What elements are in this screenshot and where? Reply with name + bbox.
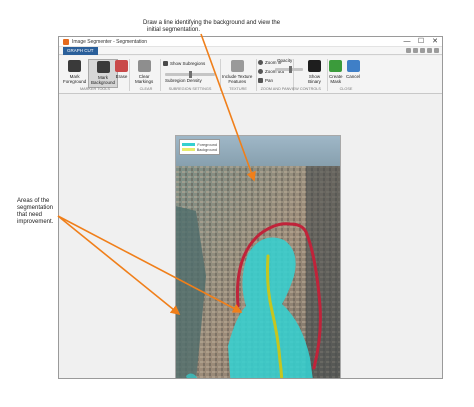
texture-icon [230,60,244,72]
opacity-slider[interactable] [275,66,303,73]
subregion-density-label: Subregion Density [165,78,202,83]
legend-foreground-label: Foreground [197,142,217,147]
slider-thumb[interactable] [189,71,192,78]
help-icon[interactable] [427,48,432,53]
legend: Foreground Background [179,139,220,155]
mark-background-label2: Background [91,80,116,85]
mark-foreground-label2: Foreground [63,79,87,84]
undo-icon[interactable] [413,48,418,53]
matlab-app-icon [63,38,69,45]
mark-foreground-button[interactable]: Mark Foreground [63,60,86,84]
toolstrip: Mark Foreground Mark Background Erase MA… [59,56,442,94]
pan-hand-icon [258,78,263,83]
mark-background-button[interactable]: Mark Background [88,59,119,88]
include-texture-label2: Features [228,79,247,84]
window-title: Image Segmenter - Segmentation [72,38,148,45]
section-subregion-settings: SUBREGION SETTINGS [168,87,212,91]
background-swatch [182,148,195,151]
save-icon[interactable] [406,48,411,53]
show-subregions-toggle[interactable]: Show Subregions [163,61,205,66]
section-view-controls: VIEW CONTROLS [289,87,321,91]
separator [129,59,130,91]
window-controls: — ☐ ✕ [400,37,442,47]
cancel-label: Cancel [346,74,361,79]
pan-label: Pan [265,78,274,83]
trash-icon [137,60,151,72]
annotation-top-line1: Draw a line identifying the background a… [143,20,281,26]
opacity-label: Opacity [277,58,293,63]
erase-button[interactable]: Erase [115,60,128,79]
section-close: CLOSE [339,87,353,91]
maximize-button[interactable]: ☐ [414,37,428,47]
show-binary-label2: Binary [308,79,321,84]
show-binary-button[interactable]: Show Binary [308,60,321,84]
close-button[interactable]: ✕ [428,37,442,47]
erase-label: Erase [115,74,128,79]
minimize-button[interactable]: — [400,37,414,47]
pan-button[interactable]: Pan [258,78,273,83]
foreground-swatch [182,143,196,146]
show-subregions-label: Show Subregions [170,61,206,66]
checkmark-icon [329,60,343,72]
subregion-density-slider[interactable] [165,71,215,78]
include-texture-button[interactable]: Include Texture Features [222,60,252,84]
image-canvas-area: Foreground Background [59,95,442,378]
quick-access-toolbar [406,48,439,53]
zoom-in-icon [258,60,263,65]
annotation-background-line: Draw a line identifying the background a… [143,20,291,34]
binary-image-icon [308,60,321,72]
tab-graph-cut[interactable]: GRAPH CUT [63,47,98,55]
city-photo-with-overlay [176,136,340,378]
section-clear: CLEAR [139,87,153,91]
opacity-thumb[interactable] [289,66,292,73]
create-mask-button[interactable]: Create Mask [329,60,343,84]
cancel-button[interactable]: Cancel [346,60,360,79]
cancel-x-icon [346,60,360,72]
section-marker-tools: MARKER TOOLS [79,87,111,91]
annotation-top-line2: initial segmentation. [147,27,201,33]
expand-icon[interactable] [434,48,439,53]
segmentation-image[interactable]: Foreground Background [175,135,341,378]
clear-markings-label2: Markings [135,79,154,84]
window-frame [306,166,340,378]
legend-background-label: Background [196,147,217,152]
clear-markings-button[interactable]: Clear Markings [135,60,153,84]
title-bar: Image Segmenter - Segmentation — ☐ ✕ [59,37,442,47]
section-texture: TEXTURE [229,87,247,91]
create-mask-label2: Mask [330,79,342,84]
eraser-icon [115,60,128,72]
zoom-out-icon [258,69,263,74]
tab-row: GRAPH CUT [59,47,442,55]
separator [327,59,328,91]
pencil-minus-icon [96,61,110,73]
app-window: Image Segmenter - Segmentation — ☐ ✕ GRA… [58,36,443,379]
subregions-checkbox-icon [163,61,168,66]
legend-background: Background [182,147,217,152]
redo-icon[interactable] [420,48,425,53]
pencil-plus-icon [68,60,82,72]
